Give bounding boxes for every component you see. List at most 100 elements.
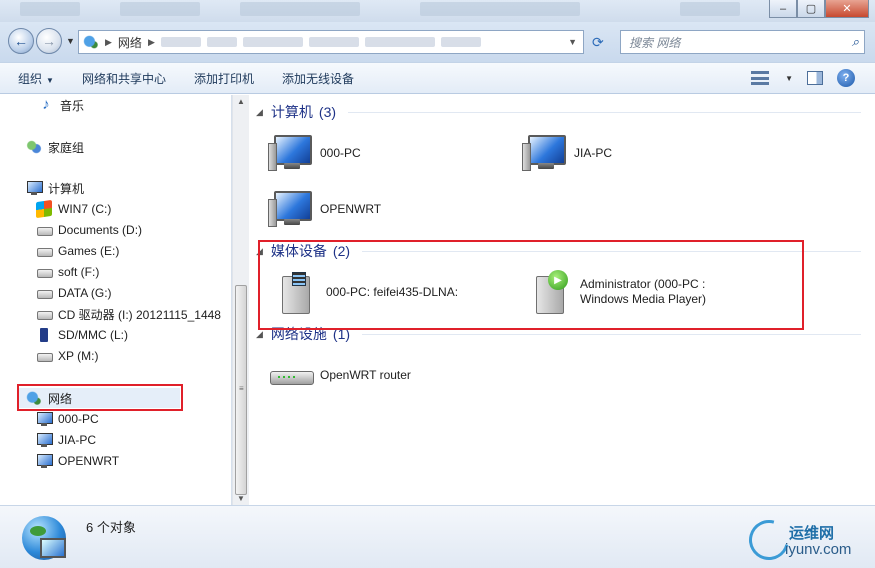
scroll-down-arrow[interactable]: ▼ (237, 494, 245, 503)
film-icon (292, 272, 306, 286)
group-count: (1) (332, 326, 351, 342)
computer-icon (268, 187, 314, 231)
network-sharing-center-button[interactable]: 网络和共享中心 (82, 70, 166, 87)
navigation-pane: ♪ 音乐 家庭组 计算机 WIN7 (C:) Documents (D:) Ga… (0, 95, 232, 505)
forward-button[interactable]: → (36, 28, 62, 54)
group-count: (3) (318, 104, 337, 120)
window-controls: – ▢ ✕ (769, 0, 869, 18)
organize-label: 组织 (18, 71, 43, 86)
computer-icon (36, 411, 53, 427)
nav-item-homegroup[interactable]: 家庭组 (26, 137, 84, 157)
add-wireless-device-button[interactable]: 添加无线设备 (282, 70, 354, 87)
computer-icon (522, 131, 568, 175)
tile-label: 000-PC (320, 146, 361, 160)
group-title: 计算机 (270, 104, 313, 120)
scrollbar-thumb[interactable]: ≡ (235, 285, 247, 495)
computer-tile[interactable]: OPENWRT (268, 187, 381, 231)
group-count: (2) (332, 243, 351, 259)
collapse-triangle-icon[interactable]: ◢ (256, 246, 263, 257)
nav-item-network-computer[interactable]: JIA-PC (36, 430, 96, 450)
drive-icon (36, 285, 53, 301)
group-header-infrastructure[interactable]: ◢ 网络设施 (1) (256, 323, 861, 345)
computer-tile[interactable]: 000-PC (268, 131, 361, 175)
breadcrumb-separator[interactable]: ▶ (148, 37, 155, 48)
nav-item-drive[interactable]: CD 驱动器 (I:) 20121115_1448 (36, 304, 221, 324)
tower-icon (522, 143, 531, 171)
view-options-icon[interactable] (749, 70, 771, 86)
blurred-area (308, 37, 359, 47)
search-icon[interactable]: ⌕ (852, 34, 859, 50)
content-pane: ◢ 计算机 (3) 000-PC JIA-PC OPENWRT ◢ 媒体设备 (… (250, 95, 867, 505)
tile-label: OpenWRT router (320, 368, 411, 382)
nav-item-drive[interactable]: Games (E:) (36, 241, 119, 261)
add-printer-button[interactable]: 添加打印机 (194, 70, 254, 87)
windows-drive-icon (36, 199, 52, 219)
view-controls: ▼ ? (749, 69, 855, 87)
music-note-icon: ♪ (42, 96, 50, 113)
help-icon[interactable]: ? (837, 69, 855, 87)
chevron-down-icon[interactable]: ▼ (785, 74, 793, 83)
network-icon (26, 390, 42, 406)
nav-item-music[interactable]: ♪ 音乐 (38, 95, 84, 115)
group-header-media[interactable]: ◢ 媒体设备 (2) (256, 240, 861, 262)
preview-pane-icon[interactable] (807, 71, 823, 85)
computer-icon (268, 131, 314, 175)
group-header-computers[interactable]: ◢ 计算机 (3) (256, 101, 861, 123)
computer-icon (26, 180, 43, 196)
breadcrumb-separator[interactable]: ▶ (105, 37, 112, 48)
nav-item-label: DATA (G:) (58, 286, 112, 300)
address-dropdown[interactable]: ▼ (568, 37, 577, 47)
nav-item-drive[interactable]: SD/MMC (L:) (36, 325, 128, 345)
blurred-area (440, 37, 481, 47)
drive-icon (36, 264, 53, 280)
explorer-window: – ▢ ✕ ← → ▼ ▶ 网络 ▶ ▼ ⟳ 搜索 网络 ⌕ 组织 ▼ 网络和共… (0, 0, 875, 568)
media-device-tile[interactable]: 000-PC: feifei435-DLNA: (274, 270, 458, 314)
close-button[interactable]: ✕ (825, 0, 869, 18)
nav-item-drive[interactable]: XP (M:) (36, 346, 98, 366)
group-title: 媒体设备 (270, 243, 327, 259)
tower-icon (268, 143, 277, 171)
nav-scrollbar[interactable]: ▲ ≡ ▼ (232, 95, 249, 505)
nav-item-network-computer[interactable]: OPENWRT (36, 451, 119, 471)
play-icon: ▶ (548, 270, 568, 290)
address-bar[interactable]: ▶ 网络 ▶ ▼ (78, 30, 584, 54)
nav-item-network-computer[interactable]: 000-PC (36, 409, 99, 429)
drive-icon (36, 348, 53, 364)
nav-item-network[interactable]: 网络 (18, 388, 180, 408)
monitor-icon (40, 538, 66, 558)
nav-item-label: 音乐 (60, 98, 85, 113)
collapse-triangle-icon[interactable]: ◢ (256, 329, 263, 340)
breadcrumb-network[interactable]: 网络 (118, 34, 142, 51)
chevron-down-icon: ▼ (46, 75, 54, 85)
blurred-area (120, 2, 200, 16)
collapse-triangle-icon[interactable]: ◢ (256, 107, 263, 118)
address-row: ← → ▼ ▶ 网络 ▶ ▼ ⟳ 搜索 网络 ⌕ (0, 22, 875, 62)
scroll-up-arrow[interactable]: ▲ (237, 97, 245, 106)
nav-item-drive[interactable]: Documents (D:) (36, 220, 142, 240)
homegroup-icon (26, 139, 42, 155)
search-box[interactable]: 搜索 网络 ⌕ (620, 30, 865, 54)
network-icon (83, 35, 99, 49)
blurred-area (680, 2, 740, 16)
blurred-area (364, 37, 435, 47)
drive-icon (36, 222, 53, 238)
maximize-button[interactable]: ▢ (797, 0, 825, 18)
tile-label: OPENWRT (320, 202, 382, 216)
nav-item-label: 家庭组 (48, 140, 85, 155)
minimize-button[interactable]: – (769, 0, 797, 18)
nav-item-label: soft (F:) (58, 265, 100, 279)
nav-item-drive[interactable]: DATA (G:) (36, 283, 112, 303)
nav-item-drive[interactable]: soft (F:) (36, 262, 99, 282)
nav-item-drive[interactable]: WIN7 (C:) (36, 199, 111, 219)
search-placeholder: 搜索 网络 (629, 35, 681, 50)
media-device-tile[interactable]: ▶ Administrator (000-PC : Windows Media … (528, 270, 728, 314)
back-button[interactable]: ← (8, 28, 34, 54)
refresh-icon[interactable]: ⟳ (592, 34, 604, 51)
watermark: 运维网 iyunv.com (741, 512, 861, 568)
recent-pages-dropdown[interactable]: ▼ (66, 36, 75, 46)
nav-item-computer[interactable]: 计算机 (26, 178, 84, 198)
router-tile[interactable]: OpenWRT router (268, 353, 411, 397)
nav-item-label: XP (M:) (58, 349, 99, 363)
organize-menu[interactable]: 组织 ▼ (18, 70, 54, 87)
computer-tile[interactable]: JIA-PC (522, 131, 612, 175)
